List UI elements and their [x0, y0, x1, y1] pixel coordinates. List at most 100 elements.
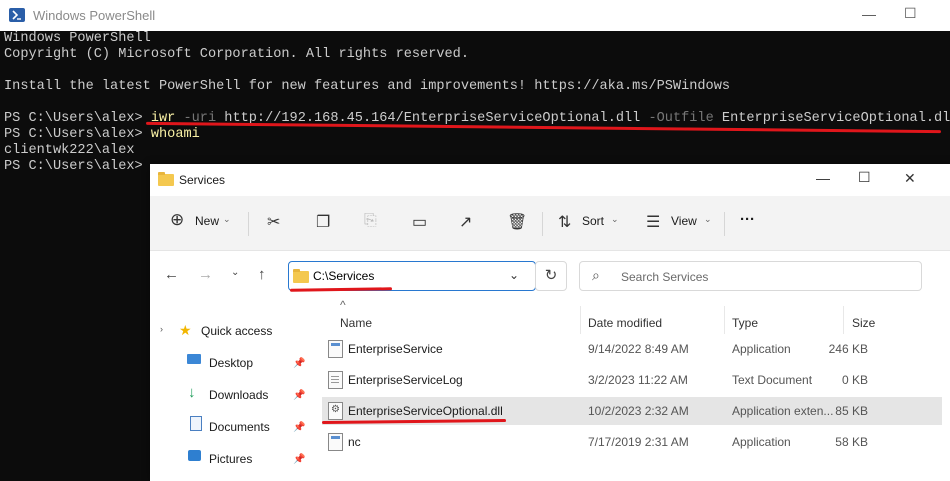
chevron-down-icon[interactable]: ⌄: [509, 268, 519, 282]
recent-locations-chevron-icon[interactable]: ⌄: [231, 267, 239, 278]
cut-icon[interactable]: ✂: [267, 212, 280, 232]
minimize-button[interactable]: —: [862, 6, 876, 22]
text-file-icon: [328, 371, 343, 389]
application-file-icon: [328, 433, 343, 451]
copy-icon[interactable]: ❐: [316, 212, 330, 232]
chevron-down-icon[interactable]: ⌄: [223, 214, 231, 225]
desktop-icon: [187, 354, 201, 364]
divider: [542, 212, 543, 236]
expand-chevron-icon[interactable]: ›: [160, 324, 163, 334]
chevron-down-icon[interactable]: ⌄: [611, 214, 619, 225]
file-date: 7/17/2019 2:31 AM: [588, 435, 689, 449]
application-file-icon: [328, 340, 343, 358]
pin-icon[interactable]: 📌: [293, 422, 305, 433]
chevron-down-icon[interactable]: ⌄: [704, 214, 712, 225]
star-icon: ★: [179, 322, 192, 338]
file-size: 85 KB: [835, 404, 868, 418]
window-title: Services: [179, 173, 226, 187]
pin-icon[interactable]: 📌: [293, 358, 305, 369]
rename-icon[interactable]: ▭: [412, 212, 427, 232]
more-options-button[interactable]: ···: [740, 211, 755, 228]
prompt: PS C:\Users\alex>: [4, 127, 151, 142]
sort-icon[interactable]: ⇅: [558, 212, 571, 232]
console-command-line: PS C:\Users\alex> whoami: [4, 127, 200, 143]
file-name: nc: [348, 435, 361, 449]
divider: [248, 212, 249, 236]
new-icon[interactable]: ⊕: [170, 210, 184, 230]
search-icon: ⌕: [592, 267, 600, 283]
file-name: EnterpriseService: [348, 342, 443, 356]
divider: [724, 212, 725, 236]
file-name: EnterpriseServiceOptional.dll: [348, 404, 503, 418]
delete-icon[interactable]: 🗑: [507, 212, 527, 232]
console-output: clientwk222\alex: [4, 143, 135, 158]
console-line: Copyright (C) Microsoft Corporation. All…: [4, 47, 469, 62]
column-header-size[interactable]: Size: [852, 316, 875, 330]
nav-item-downloads[interactable]: Downloads: [209, 388, 268, 402]
file-date: 9/14/2022 8:49 AM: [588, 342, 689, 356]
file-size: 0 KB: [841, 373, 868, 387]
back-button[interactable]: ←: [164, 266, 179, 283]
nav-item-quick-access[interactable]: Quick access: [201, 324, 272, 338]
file-name: EnterpriseServiceLog: [348, 373, 463, 387]
cmdlet: whoami: [150, 127, 200, 142]
address-bar[interactable]: C:\Services ⌄: [288, 261, 536, 291]
nav-item-pictures[interactable]: Pictures: [209, 452, 252, 466]
window-title: Windows PowerShell: [33, 8, 156, 23]
file-size: 246 KB: [828, 342, 868, 356]
file-type: Application: [732, 435, 791, 449]
column-header-type[interactable]: Type: [732, 316, 758, 330]
explorer-window: Services — ☐ ✕ ⊕ New ⌄ ✂ ❐ ⎘ ▭ ↗ 🗑 ⇅ Sor…: [150, 164, 950, 481]
search-input[interactable]: ⌕ Search Services: [579, 261, 922, 291]
new-button[interactable]: New: [195, 214, 219, 228]
folder-icon: [293, 269, 309, 283]
navigation-pane: › ★ Quick access Desktop 📌 ↓ Downloads 📌…: [150, 302, 310, 481]
maximize-button[interactable]: ☐: [858, 169, 871, 186]
folder-icon: [158, 172, 174, 186]
sort-indicator-icon: ^: [340, 298, 346, 312]
forward-button[interactable]: →: [198, 266, 213, 283]
view-button[interactable]: View: [671, 214, 697, 228]
share-icon[interactable]: ↗: [459, 212, 472, 232]
column-divider[interactable]: [724, 306, 725, 334]
file-date: 10/2/2023 2:32 AM: [588, 404, 689, 418]
column-header-name[interactable]: Name: [340, 316, 372, 330]
picture-icon: [188, 450, 201, 461]
column-header-date[interactable]: Date modified: [588, 316, 662, 330]
view-icon[interactable]: ☰: [646, 212, 660, 232]
up-button[interactable]: ↑: [258, 266, 266, 283]
console-line: Install the latest PowerShell for new fe…: [4, 79, 731, 94]
file-list: ^ Name Date modified Type Size Enterpris…: [312, 298, 950, 481]
powershell-icon: [9, 8, 25, 22]
dll-file-icon: [328, 402, 343, 420]
nav-item-desktop[interactable]: Desktop: [209, 356, 253, 370]
column-divider[interactable]: [580, 306, 581, 334]
parameter: -Outfile: [640, 111, 714, 126]
file-type: Text Document: [732, 373, 813, 387]
close-button[interactable]: ✕: [904, 170, 916, 187]
refresh-button[interactable]: ↻: [535, 261, 567, 291]
download-icon: ↓: [188, 384, 196, 401]
pin-icon[interactable]: 📌: [293, 454, 305, 465]
file-row[interactable]: EnterpriseServiceLog 3/2/2023 11:22 AM T…: [322, 366, 942, 394]
argument: EnterpriseServiceOptional.dll: [713, 111, 950, 126]
sort-button[interactable]: Sort: [582, 214, 604, 228]
search-placeholder: Search Services: [621, 270, 709, 284]
minimize-button[interactable]: —: [816, 170, 830, 186]
console-line: Windows PowerShell: [4, 31, 151, 46]
file-size: 58 KB: [835, 435, 868, 449]
file-row[interactable]: EnterpriseService 9/14/2022 8:49 AM Appl…: [322, 335, 942, 363]
explorer-titlebar: Services — ☐ ✕: [150, 164, 950, 196]
address-bar-row: ← → ⌄ ↑ C:\Services ⌄ ↻ ⌕ Search Service…: [150, 251, 950, 301]
file-date: 3/2/2023 11:22 AM: [588, 373, 688, 387]
document-icon: [190, 416, 202, 431]
pin-icon[interactable]: 📌: [293, 390, 305, 401]
maximize-button[interactable]: ☐: [904, 5, 917, 22]
paste-icon[interactable]: ⎘: [364, 212, 377, 230]
address-path[interactable]: C:\Services: [313, 269, 374, 283]
nav-item-documents[interactable]: Documents: [209, 420, 270, 434]
prompt: PS C:\Users\alex>: [4, 111, 151, 126]
file-type: Application: [732, 342, 791, 356]
file-row[interactable]: nc 7/17/2019 2:31 AM Application 58 KB: [322, 428, 942, 456]
column-divider[interactable]: [843, 306, 844, 334]
